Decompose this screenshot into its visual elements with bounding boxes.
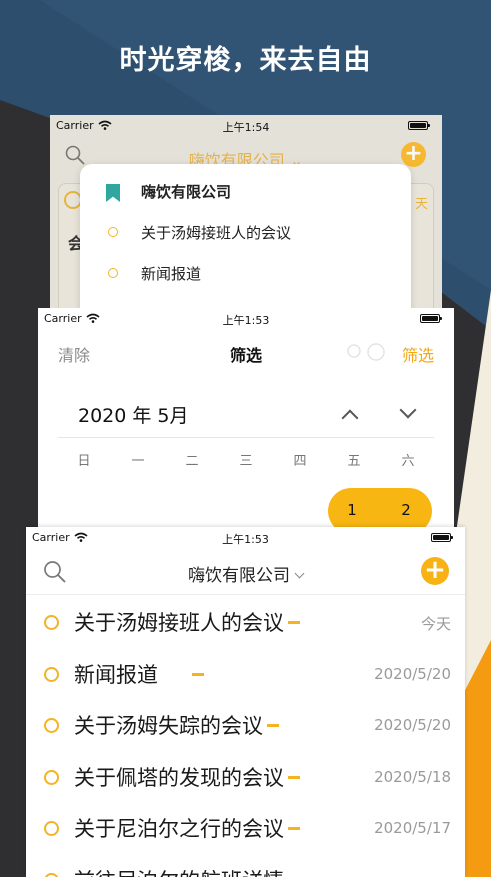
- company-title: 嗨饮有限公司: [188, 566, 290, 586]
- meeting-date: 2020/5/18: [374, 767, 451, 786]
- add-button[interactable]: +: [421, 557, 449, 585]
- circle-icon: [44, 718, 59, 733]
- status-bar: Carrier 上午1:53: [38, 308, 454, 330]
- circle-icon: [44, 769, 59, 785]
- dash-marker: [192, 672, 204, 676]
- meeting-date: 2020/5/20: [374, 716, 451, 734]
- status-bar: Carrier 上午1:53: [26, 527, 465, 549]
- navbar: 清除 筛选 筛选: [38, 334, 454, 370]
- weekday-label: 日: [77, 454, 91, 469]
- day-cell[interactable]: 1: [342, 501, 362, 519]
- navbar: 嗨饮有限公司 +: [26, 553, 465, 595]
- battery-icon: [431, 533, 453, 542]
- dropdown-item-meeting[interactable]: 关于汤姆接班人的会议: [80, 211, 411, 251]
- headline: 时光穿梭，来去自由: [119, 45, 372, 76]
- bookmark-icon: [106, 184, 120, 202]
- battery-icon: [408, 121, 430, 130]
- circle-icon: [108, 227, 118, 237]
- weekday-label: 一: [131, 454, 145, 469]
- meeting-list: 关于汤姆接班人的会议 今天 新闻报道 2020/5/20 关于汤姆失踪的会议 2…: [26, 597, 465, 877]
- month-selector: 2020 年 5月: [58, 390, 434, 438]
- month-label: 2020 年 5月: [78, 405, 189, 427]
- meeting-title: 关于汤姆接班人的会议: [74, 607, 300, 637]
- list-item[interactable]: 新闻报道 2020/5/20: [26, 649, 465, 701]
- circle-icon: [44, 821, 59, 836]
- dash-marker: [288, 621, 300, 624]
- weekday-header: 日 一 二 三 四 五 六: [58, 450, 434, 474]
- date-label: 天: [414, 197, 428, 212]
- dropdown-item-label: 嗨饮有限公司: [141, 183, 232, 201]
- status-time: 上午1:54: [222, 121, 270, 134]
- list-item[interactable]: 关于汤姆失踪的会议 2020/5/20: [26, 700, 465, 752]
- meeting-title: 前往尼泊尔的航班详情: [74, 865, 284, 877]
- dash-marker: [288, 775, 300, 779]
- page-title: 筛选: [229, 346, 262, 365]
- list-item[interactable]: 关于尼泊尔之行的会议 2020/5/17: [26, 803, 465, 855]
- dash-marker: [267, 724, 279, 727]
- dropdown-item-label: 关于汤姆接班人的会议: [141, 224, 292, 242]
- circle-icon: [108, 268, 118, 278]
- weekday-label: 六: [401, 454, 415, 469]
- meeting-title: 关于佩塔的发现的会议: [74, 762, 300, 792]
- chevron-down-icon: [294, 568, 305, 579]
- company-selector[interactable]: 嗨饮有限公司: [26, 561, 465, 586]
- day-cell[interactable]: 2: [396, 501, 416, 519]
- phone-screen-filter: Carrier 上午1:53 清除 筛选 筛选 2020 年 5月 日 一 二 …: [38, 308, 454, 540]
- weekday-label: 四: [293, 454, 307, 469]
- weekday-label: 三: [239, 454, 253, 469]
- list-item[interactable]: 关于汤姆接班人的会议 今天: [26, 597, 465, 649]
- weekday-label: 五: [347, 454, 361, 469]
- dropdown-item-label: 新闻报道: [141, 265, 202, 283]
- faded-search-icon: [347, 343, 385, 361]
- meeting-date: 2020/5/17: [374, 819, 451, 837]
- weekday-label: 二: [185, 454, 199, 469]
- list-item[interactable]: 关于佩塔的发现的会议 2020/5/18: [26, 752, 465, 804]
- circle-icon: [44, 666, 59, 682]
- chevron-up-icon[interactable]: [341, 409, 359, 427]
- status-time: 上午1:53: [222, 314, 270, 327]
- circle-icon: [44, 872, 59, 877]
- status-time: 上午1:53: [222, 533, 269, 546]
- filter-confirm-button[interactable]: 筛选: [402, 342, 434, 366]
- meeting-date: 今天: [420, 615, 451, 633]
- dropdown-item-company[interactable]: 嗨饮有限公司: [80, 170, 411, 210]
- battery-icon: [420, 314, 442, 323]
- meeting-date: 2020/5/20: [374, 664, 451, 683]
- list-item[interactable]: 前往尼泊尔的航班详情: [26, 855, 465, 877]
- add-button[interactable]: +: [401, 142, 426, 167]
- phone-screen-meetings: Carrier 上午1:53 嗨饮有限公司 + 关于汤姆接班人的会议 今天 新闻…: [26, 527, 465, 877]
- circle-icon: [44, 615, 59, 630]
- meeting-title: 关于汤姆失踪的会议: [74, 710, 279, 740]
- dropdown-item-news[interactable]: 新闻报道: [80, 252, 411, 292]
- meeting-title: 新闻报道: [74, 659, 204, 689]
- dash-marker: [288, 827, 300, 830]
- status-bar: Carrier 上午1:54: [50, 115, 442, 137]
- chevron-down-icon[interactable]: [399, 401, 417, 419]
- company-dropdown: 嗨饮有限公司 关于汤姆接班人的会议 新闻报道: [80, 164, 411, 324]
- meeting-title: 关于尼泊尔之行的会议: [74, 813, 300, 843]
